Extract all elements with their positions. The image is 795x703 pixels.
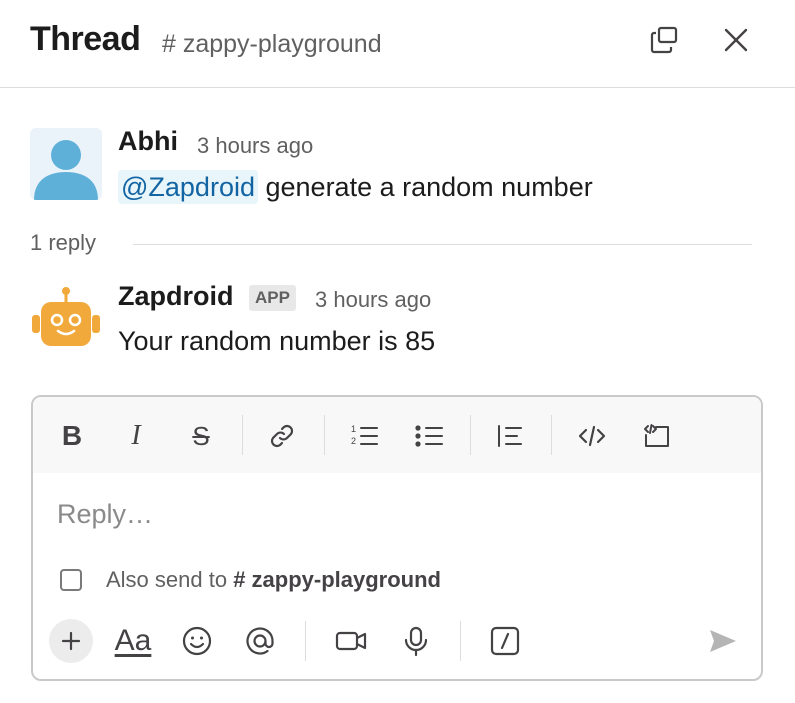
also-send-checkbox[interactable] xyxy=(60,569,82,591)
thread-title: Thread xyxy=(30,20,141,58)
formatting-toolbar: B I S 1 2 xyxy=(33,397,761,473)
emoji-icon[interactable] xyxy=(175,619,219,663)
thread-channel-name[interactable]: # zappy-playground xyxy=(162,30,382,59)
bulleted-list-icon[interactable] xyxy=(410,417,448,455)
reply-composer: B I S 1 2 Reply… Also send to # zappy-pl… xyxy=(31,395,763,681)
bot-avatar[interactable] xyxy=(30,282,102,354)
thread-header: Thread # zappy-playground xyxy=(0,0,795,88)
code-icon[interactable] xyxy=(573,417,611,455)
message-author[interactable]: Abhi xyxy=(118,126,178,157)
strikethrough-icon[interactable]: S xyxy=(182,417,220,455)
toolbar-divider xyxy=(470,415,471,455)
blockquote-icon[interactable] xyxy=(491,417,529,455)
message-timestamp[interactable]: 3 hours ago xyxy=(315,287,431,313)
toolbar-divider xyxy=(242,415,243,455)
code-block-icon[interactable] xyxy=(638,417,676,455)
reply-count: 1 reply xyxy=(30,230,97,255)
also-send-to-channel: Also send to # zappy-playground xyxy=(60,567,441,593)
user-mention[interactable]: @Zapdroid xyxy=(118,170,258,204)
microphone-icon[interactable] xyxy=(394,619,438,663)
avatar[interactable] xyxy=(30,128,102,200)
slash-command-icon[interactable] xyxy=(483,619,527,663)
composer-divider xyxy=(460,621,461,661)
italic-icon[interactable]: I xyxy=(117,417,155,455)
message-body: generate a random number xyxy=(265,172,593,202)
reply-divider xyxy=(133,244,752,245)
formatting-label: Aa xyxy=(114,624,152,657)
app-badge: APP xyxy=(249,285,296,311)
composer-divider xyxy=(305,621,306,661)
also-send-channel: # zappy-playground xyxy=(233,567,441,592)
formatting-icon[interactable]: Aa xyxy=(111,619,155,663)
ordered-list-icon[interactable]: 1 2 xyxy=(345,417,383,455)
message-text: @Zapdroid generate a random number xyxy=(118,170,593,204)
link-icon[interactable] xyxy=(263,417,301,455)
also-send-label: Also send to # zappy-playground xyxy=(106,567,441,592)
mention-icon[interactable] xyxy=(238,619,282,663)
default-user-avatar-icon xyxy=(34,140,98,200)
message-author[interactable]: Zapdroid xyxy=(118,281,234,312)
robot-avatar-icon xyxy=(32,287,100,346)
message-timestamp[interactable]: 3 hours ago xyxy=(197,133,313,159)
bold-icon[interactable]: B xyxy=(53,417,91,455)
video-icon[interactable] xyxy=(329,619,373,663)
toolbar-divider xyxy=(551,415,552,455)
svg-text:1: 1 xyxy=(351,424,356,434)
close-icon[interactable] xyxy=(714,18,758,62)
reply-input[interactable] xyxy=(55,493,739,535)
plus-icon[interactable] xyxy=(49,619,93,663)
svg-text:2: 2 xyxy=(351,436,356,446)
toolbar-divider xyxy=(324,415,325,455)
send-icon[interactable] xyxy=(701,619,745,663)
popout-window-icon[interactable] xyxy=(642,18,686,62)
message-body: Your random number is 85 xyxy=(118,326,436,356)
